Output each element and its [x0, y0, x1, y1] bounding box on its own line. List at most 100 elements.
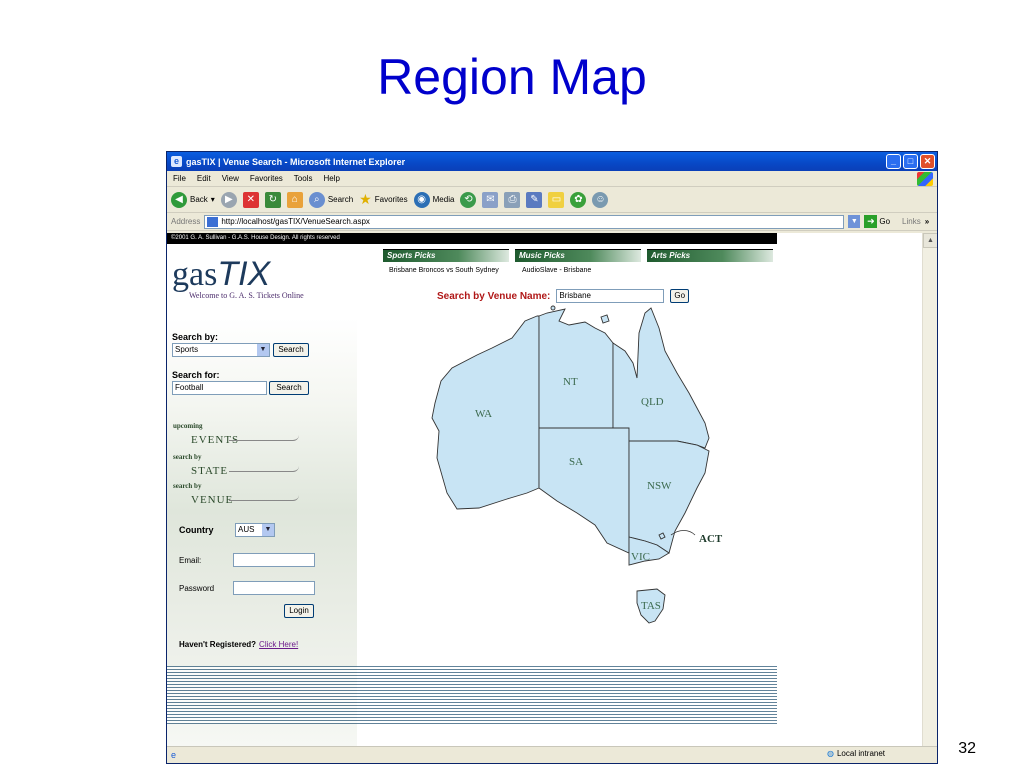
search-by-value: Sports [175, 345, 199, 354]
search-by-button[interactable]: Search [273, 343, 309, 357]
menu-favorites[interactable]: Favorites [250, 174, 283, 183]
edit-icon[interactable]: ✎ [526, 191, 543, 208]
users-icon[interactable]: ☺ [592, 191, 609, 208]
address-value: http://localhost/gasTIX/VenueSearch.aspx [221, 216, 370, 226]
nav-big-label: VENUE [191, 494, 234, 506]
logo-text-plain: gas [172, 256, 218, 293]
map-label-nsw: NSW [647, 480, 672, 492]
copyright-strip: ©2001 G. A. Sullivan - G.A.S. House Desi… [167, 233, 777, 244]
go-label: Go [879, 217, 891, 226]
music-pick-link[interactable]: AudioSlave - Brisbane [522, 266, 632, 275]
go-button[interactable]: ➜ Go [864, 215, 890, 228]
maximize-button[interactable]: □ [903, 154, 918, 169]
island-marker [600, 314, 610, 324]
swoosh-decoration [229, 495, 299, 501]
map-label-tas: TAS [641, 600, 661, 612]
history-icon[interactable]: ⟲ [460, 191, 477, 208]
scroll-up-icon[interactable]: ▲ [923, 233, 937, 248]
search-by-state-link[interactable]: search by STATE [173, 453, 299, 479]
favorites-button[interactable]: ★ Favorites [359, 191, 407, 208]
country-select[interactable]: AUS ▼ [235, 523, 275, 537]
map-label-wa: WA [475, 408, 492, 420]
page-status-icon: e [171, 750, 177, 760]
search-label: Search [327, 195, 354, 204]
venue-search-label: Search by Venue Name: [437, 290, 551, 302]
region-sa[interactable] [538, 427, 630, 554]
mail-icon[interactable]: ✉ [482, 191, 499, 208]
browser-window: e gasTIX | Venue Search - Microsoft Inte… [166, 151, 938, 764]
chevron-right-icon[interactable]: » [925, 217, 929, 226]
chevron-down-icon: ▼ [262, 524, 274, 536]
venue-search-input[interactable]: Brisbane [556, 289, 665, 303]
close-button[interactable]: ✕ [920, 154, 935, 169]
region-nsw[interactable] [628, 440, 710, 554]
window-controls: _ □ ✕ [886, 154, 937, 169]
email-field[interactable] [233, 553, 315, 567]
messenger-icon[interactable]: ✿ [570, 191, 587, 208]
search-by-select[interactable]: Sports ▼ [172, 343, 270, 357]
menu-edit[interactable]: Edit [197, 174, 211, 183]
login-button[interactable]: Login [284, 604, 314, 618]
globe-icon: ◍ [827, 749, 834, 758]
map-label-sa: SA [569, 456, 583, 468]
search-for-input[interactable]: Football [172, 381, 267, 395]
tab-arts-picks[interactable]: Arts Picks [647, 249, 773, 262]
address-dropdown-icon[interactable]: ▼ [848, 215, 861, 228]
address-input[interactable]: http://localhost/gasTIX/VenueSearch.aspx [204, 214, 845, 229]
tab-sports-picks[interactable]: Sports Picks [383, 249, 509, 262]
venue-go-button[interactable]: Go [670, 289, 690, 303]
window-title: gasTIX | Venue Search - Microsoft Intern… [186, 156, 406, 167]
back-button[interactable]: ◀ Back ▾ [171, 191, 215, 208]
country-value: AUS [238, 525, 255, 534]
folder-icon[interactable]: ▭ [548, 191, 565, 208]
map-label-vic: VIC [631, 551, 650, 563]
menu-tools[interactable]: Tools [294, 174, 313, 183]
password-field[interactable] [233, 581, 315, 595]
search-button[interactable]: ⌕ Search [308, 191, 354, 208]
menu-file[interactable]: File [173, 174, 186, 183]
page-icon [207, 216, 219, 227]
address-label: Address [171, 217, 201, 226]
forward-button[interactable]: ▶ [220, 191, 237, 208]
search-by-label: Search by: [172, 332, 219, 342]
refresh-button[interactable]: ↻ [264, 191, 281, 208]
slide: Region Map e gasTIX | Venue Search - Mic… [0, 0, 1024, 768]
sports-pick-link[interactable]: Brisbane Broncos vs South Sydney [389, 266, 499, 275]
search-for-button[interactable]: Search [269, 381, 309, 395]
media-icon: ◉ [413, 191, 430, 208]
slide-title: Region Map [377, 49, 647, 105]
stop-button[interactable]: ✕ [242, 191, 259, 208]
australia-region-map: WA NT SA QLD NSW VIC TAS ACT [431, 305, 723, 624]
search-for-label: Search for: [172, 370, 220, 380]
region-nt[interactable] [538, 308, 614, 429]
map-label-act: ACT [699, 533, 723, 545]
email-label: Email: [179, 556, 202, 565]
menu-help[interactable]: Help [323, 174, 339, 183]
ie-icon: e [171, 156, 182, 167]
toolbar: ◀ Back ▾ ▶ ✕ ↻ ⌂ ⌕ Search ★ Favorites ◉ … [167, 187, 937, 213]
vertical-scrollbar[interactable]: ▲ [922, 233, 937, 747]
star-icon: ★ [359, 191, 372, 207]
venue-search-row: Search by Venue Name: Brisbane Go [437, 289, 690, 303]
back-label: Back [190, 195, 208, 204]
search-by-venue-link[interactable]: search by VENUE [173, 482, 299, 508]
home-button[interactable]: ⌂ [286, 191, 303, 208]
print-icon[interactable]: ⎙ [504, 191, 521, 208]
swoosh-decoration [229, 435, 299, 441]
nav-small-label: search by [173, 453, 202, 461]
region-qld[interactable] [612, 307, 710, 449]
register-question: Haven't Registered? [179, 640, 257, 649]
minimize-button[interactable]: _ [886, 154, 901, 169]
menu-view[interactable]: View [222, 174, 239, 183]
chevron-down-icon: ▼ [257, 344, 269, 356]
media-button[interactable]: ◉ Media [413, 191, 454, 208]
upcoming-events-link[interactable]: upcoming EVENTS [173, 422, 299, 448]
tab-music-picks[interactable]: Music Picks [515, 249, 641, 262]
register-link[interactable]: Click Here! [259, 640, 298, 649]
go-arrow-icon: ➜ [864, 215, 878, 228]
island-marker [550, 305, 556, 311]
logo-text-italic: TIX [217, 255, 271, 293]
windows-logo-icon [917, 172, 933, 186]
links-button[interactable]: Links [902, 217, 921, 226]
address-bar: Address http://localhost/gasTIX/VenueSea… [167, 213, 937, 231]
